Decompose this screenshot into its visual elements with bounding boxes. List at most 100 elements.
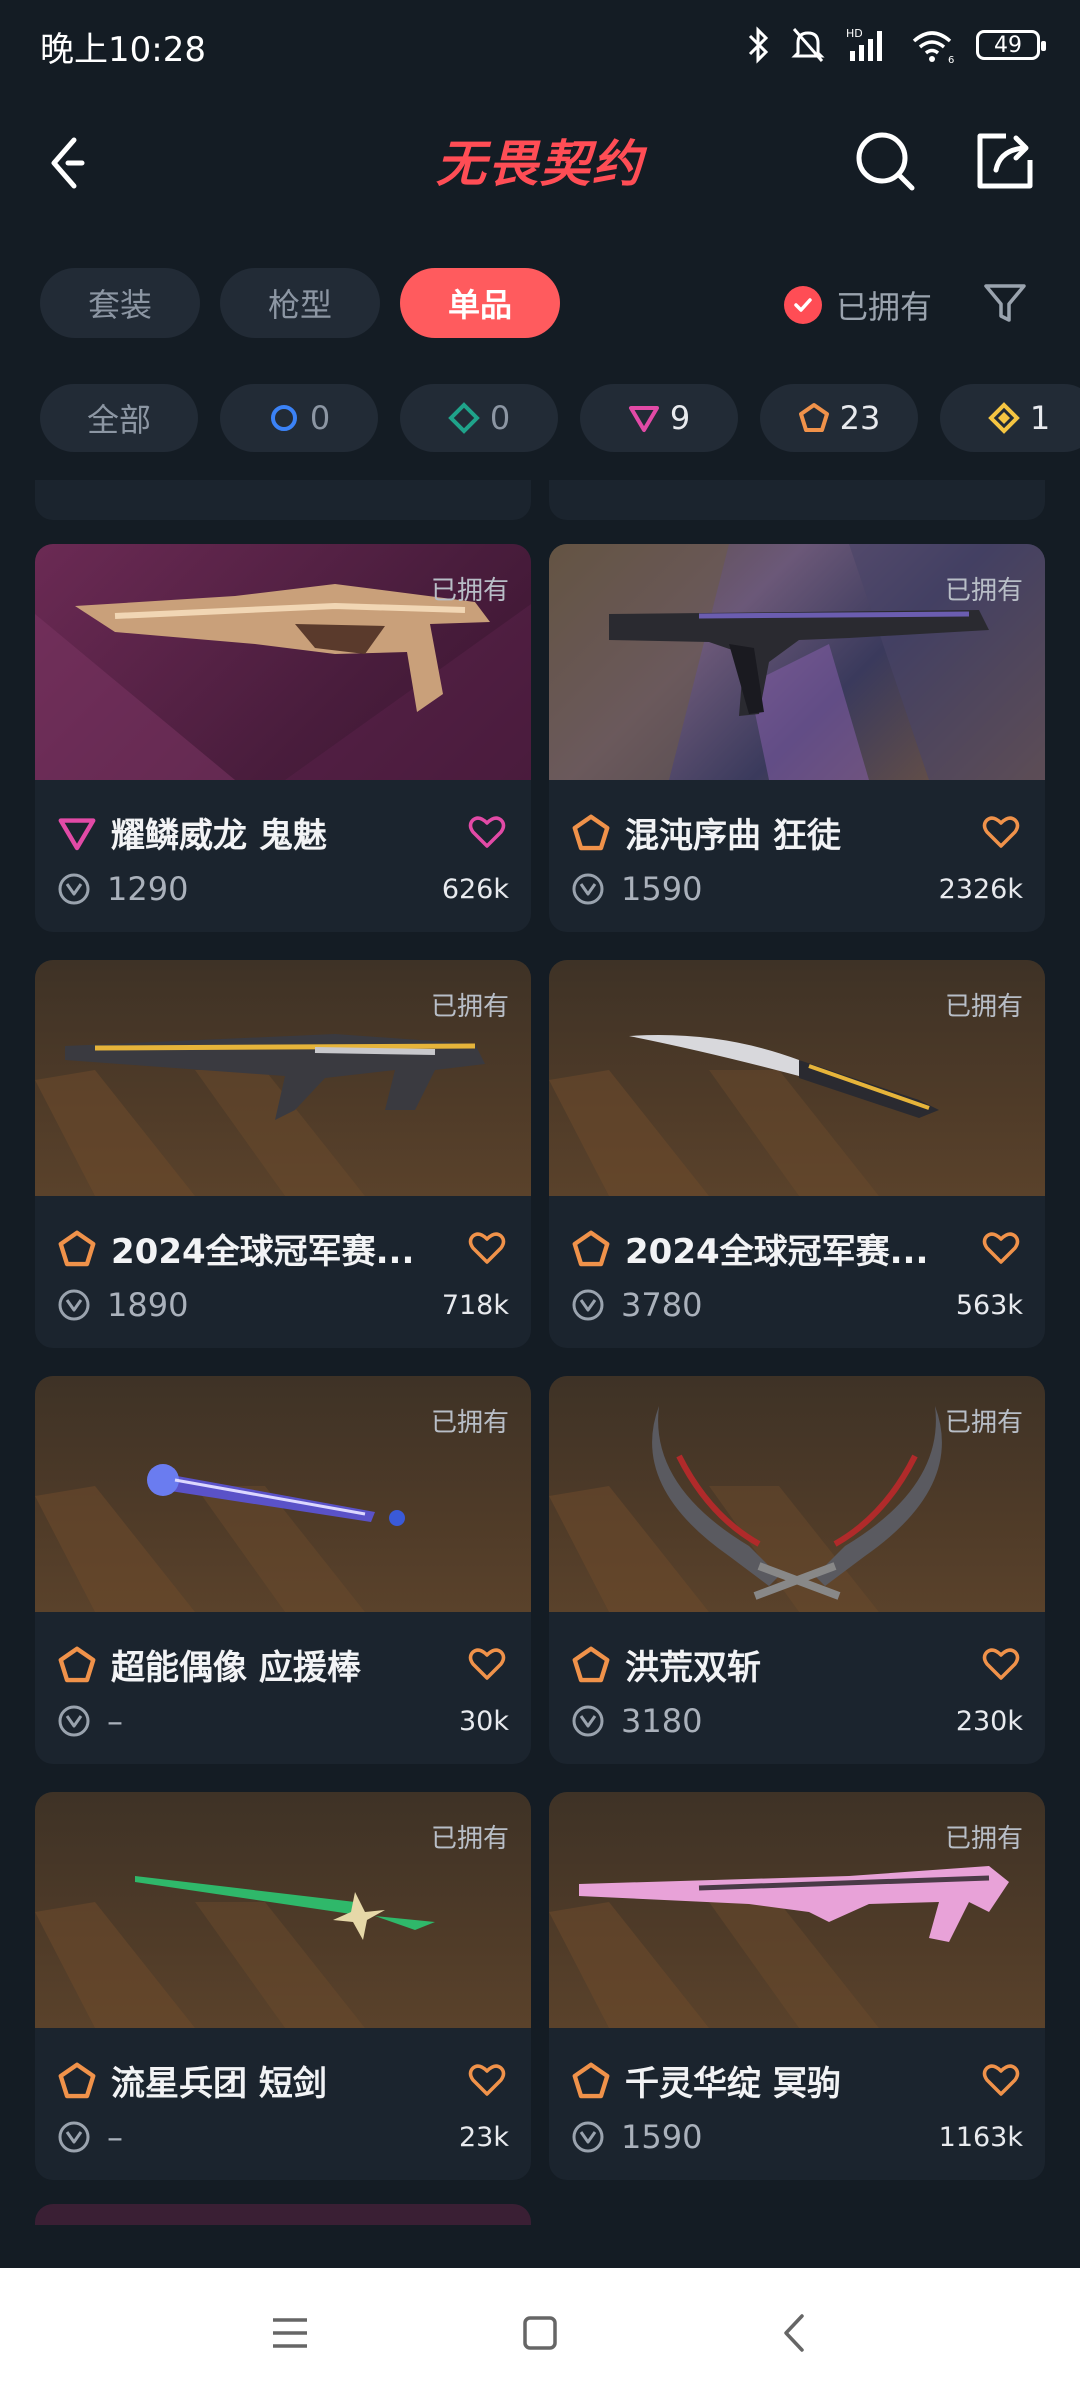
heart-icon[interactable] [467,1644,507,1684]
chip-count: 1 [1029,399,1051,437]
item-image: 已拥有 [35,1792,531,2028]
item-name: 千灵华绽 冥驹 [625,2064,841,2104]
item-name-row: 混沌序曲 狂徒 [571,808,991,857]
like-count: 30k [459,1706,509,1737]
premium-tier-icon [628,406,659,432]
item-card[interactable]: 已拥有 2024全球冠军赛... 1890 718k [35,960,531,1348]
item-image: 已拥有 [549,960,1045,1196]
owned-tag: 已拥有 [944,992,1023,1022]
chip-all[interactable]: 全部 [40,384,198,452]
item-price-row: 1590 [571,870,702,908]
home-icon[interactable] [515,2308,565,2358]
item-price-row: 3780 [571,1286,702,1324]
bluetooth-icon [748,26,769,64]
valorant-points-icon [572,2121,604,2153]
item-price: 1590 [621,2118,703,2156]
owned-tag: 已拥有 [430,1824,509,1854]
item-image: 已拥有 [35,544,531,780]
chip-deluxe-tier[interactable]: 0 [400,384,558,452]
chip-ultra-tier[interactable]: 1 [940,384,1080,452]
tab-gun-type[interactable]: 枪型 [220,268,380,338]
item-name-row: 耀鳞威龙 鬼魅 [57,808,477,857]
partial-card [35,2204,531,2225]
item-image: 已拥有 [35,1376,531,1612]
owned-filter-label: 已拥有 [836,288,933,326]
owned-filter-toggle[interactable]: 已拥有 [784,280,932,330]
status-icons: HD 6 49 [746,20,1046,70]
exclusive-tier-icon [572,1646,610,1682]
heart-icon[interactable] [467,1228,507,1268]
like-count: 2326k [938,874,1023,905]
item-price: 3780 [621,1286,703,1324]
item-name: 洪荒双斩 [625,1648,761,1688]
svg-text:HD: HD [846,27,863,40]
tab-single-item[interactable]: 单品 [400,268,560,338]
exclusive-tier-icon [58,1646,96,1682]
heart-icon[interactable] [981,1644,1021,1684]
back-icon[interactable] [770,2308,820,2358]
valorant-points-icon [58,1289,90,1321]
item-price-row: – [57,1702,123,1740]
owned-tag: 已拥有 [944,1824,1023,1854]
valorant-points-icon [58,2121,90,2153]
heart-icon[interactable] [981,1228,1021,1268]
exclusive-tier-icon [58,1230,96,1266]
heart-icon[interactable] [981,812,1021,852]
like-count: 23k [459,2122,509,2153]
item-card[interactable]: 已拥有 耀鳞威龙 鬼魅 1290 626k [35,544,531,932]
like-count: 1163k [938,2122,1023,2153]
item-name-row: 洪荒双斩 [571,1640,991,1689]
item-image: 已拥有 [549,544,1045,780]
status-bar: 晚上10:28 HD 6 49 [0,0,1080,90]
select-tier-icon [270,405,297,431]
item-price-row: – [57,2118,123,2156]
svg-text:6: 6 [948,55,954,65]
valorant-points-icon [58,1705,90,1737]
battery-indicator: 49 [976,30,1046,60]
item-card[interactable]: 已拥有 洪荒双斩 3180 230k [549,1376,1045,1764]
partial-card [35,480,531,520]
item-name-row: 2024全球冠军赛... [571,1224,991,1273]
item-card[interactable]: 已拥有 流星兵团 短剑 – 23k [35,1792,531,2180]
heart-icon[interactable] [467,2060,507,2100]
chip-exclusive-tier[interactable]: 23 [760,384,918,452]
item-price: 3180 [621,1702,703,1740]
owned-tag: 已拥有 [944,576,1023,606]
item-card[interactable]: 已拥有 混沌序曲 狂徒 1590 2326k [549,544,1045,932]
chip-premium-tier[interactable]: 9 [580,384,738,452]
heart-icon[interactable] [467,812,507,852]
premium-tier-icon [58,817,96,850]
heart-icon[interactable] [981,2060,1021,2100]
owned-tag: 已拥有 [430,576,509,606]
check-icon [784,286,822,324]
owned-tag: 已拥有 [430,992,509,1022]
tab-suit[interactable]: 套装 [40,268,200,338]
valorant-points-icon [58,873,90,905]
item-price: 1590 [621,870,703,908]
signal-icon: HD [846,27,882,61]
item-price-row: 1290 [57,870,188,908]
exclusive-tier-icon [572,814,610,850]
like-count: 563k [955,1290,1023,1321]
category-tabs: 套装 枪型 单品 [40,268,560,338]
item-price: – [107,2118,123,2156]
filter-icon[interactable] [980,278,1030,328]
item-price: 1290 [107,870,189,908]
ultra-tier-icon [987,402,1020,434]
valorant-points-icon [572,1705,604,1737]
item-price-row: 1590 [571,2118,702,2156]
item-price-row: 1890 [57,1286,188,1324]
item-name: 流星兵团 短剑 [111,2064,327,2104]
share-icon[interactable] [970,126,1040,196]
item-card[interactable]: 已拥有 超能偶像 应援棒 – 30k [35,1376,531,1764]
chip-select-tier[interactable]: 0 [220,384,378,452]
menu-icon[interactable] [265,2308,315,2358]
item-price: – [107,1702,123,1740]
item-name-row: 2024全球冠军赛... [57,1224,477,1273]
search-icon[interactable] [850,126,920,196]
item-card[interactable]: 已拥有 千灵华绽 冥驹 1590 1163k [549,1792,1045,2180]
exclusive-tier-icon [58,2062,96,2098]
item-name: 混沌序曲 狂徒 [625,816,841,856]
like-count: 718k [441,1290,509,1321]
item-card[interactable]: 已拥有 2024全球冠军赛... 3780 563k [549,960,1045,1348]
